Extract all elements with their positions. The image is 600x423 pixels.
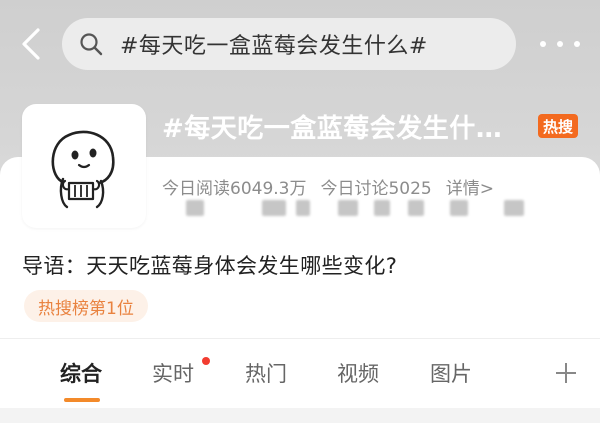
back-button[interactable] (14, 22, 48, 66)
hot-badge: 热搜 (538, 114, 578, 138)
tab-realtime[interactable]: 实时 (152, 358, 194, 388)
topic-stats: 今日阅读6049.3万 今日讨论5025 详情> (162, 174, 494, 199)
more-dots-icon (540, 41, 546, 47)
content-separator (0, 408, 600, 423)
tab-comprehensive[interactable]: 综合 (60, 358, 102, 388)
cartoon-character-icon (51, 130, 115, 209)
tab-images[interactable]: 图片 (430, 358, 472, 388)
tab-bar: 综合 实时 热门 视频 图片 (0, 350, 600, 406)
plus-icon (556, 363, 576, 383)
divider (0, 338, 600, 339)
add-tab-button[interactable] (553, 360, 579, 386)
search-query-text: #每天吃一盒蓝莓会发生什么# (120, 34, 428, 59)
chevron-left-icon (22, 28, 40, 60)
topic-intro: 导语：天天吃蓝莓身体会发生哪些变化? (22, 254, 398, 278)
hot-rank-badge[interactable]: 热搜榜第1位 (24, 290, 148, 322)
search-icon (78, 31, 104, 57)
read-count: 今日阅读6049.3万 (162, 179, 307, 199)
active-tab-indicator (64, 398, 100, 402)
topic-avatar (22, 104, 146, 228)
blurred-host-info (186, 200, 526, 218)
topic-title: #每天吃一盒蓝莓会发生什… (162, 114, 503, 144)
new-content-dot (202, 357, 210, 365)
details-link[interactable]: 详情> (446, 174, 494, 199)
tab-hot[interactable]: 热门 (245, 358, 287, 388)
search-input[interactable]: #每天吃一盒蓝莓会发生什么# (62, 18, 516, 70)
tab-video[interactable]: 视频 (337, 358, 379, 388)
discussion-count: 今日讨论5025 (320, 179, 432, 199)
more-options-button[interactable] (540, 36, 580, 52)
